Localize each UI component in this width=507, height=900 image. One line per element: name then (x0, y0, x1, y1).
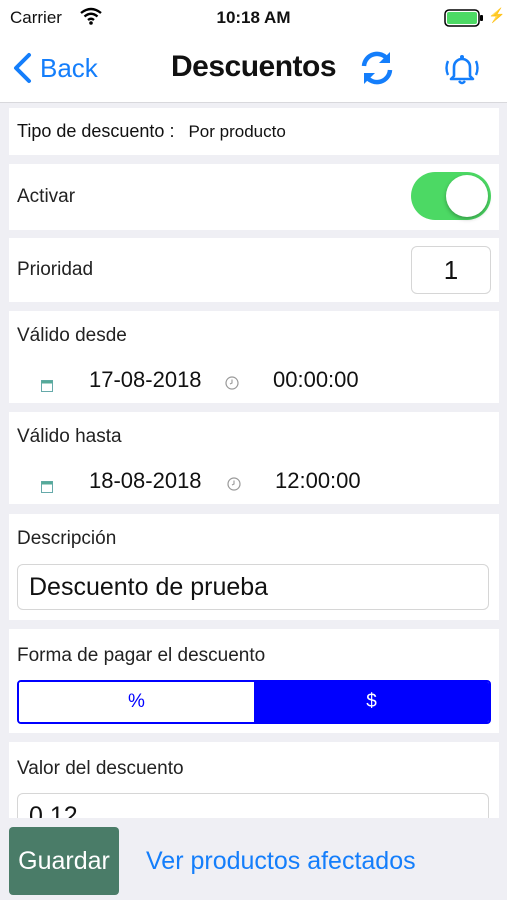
description-input[interactable]: Descuento de prueba (17, 564, 489, 610)
bottom-action-bar: Guardar Ver productos afectados (0, 818, 507, 900)
valid-from-time[interactable]: 00:00:00 (273, 367, 359, 393)
valid-from-row: 17-08-2018 00:00:00 (9, 367, 499, 397)
priority-label: Prioridad (17, 259, 94, 280)
valid-until-time[interactable]: 12:00:00 (275, 468, 361, 494)
toggle-knob (446, 175, 488, 217)
status-bar: Carrier 10:18 AM ⚡ (0, 0, 507, 36)
refresh-icon[interactable] (358, 48, 396, 93)
activate-card: Activar (9, 164, 499, 230)
discount-value-label: Valor del descuento (17, 758, 184, 779)
activate-toggle[interactable] (411, 172, 491, 220)
clock-icon[interactable] (225, 370, 239, 396)
valid-from-label: Válido desde (17, 325, 127, 346)
valid-until-card: Válido hasta 18-08-2018 12:00:00 (9, 412, 499, 504)
activate-label: Activar (17, 186, 76, 207)
status-time: 10:18 AM (216, 8, 291, 27)
payment-form-card: Forma de pagar el descuento % $ (9, 629, 499, 733)
calendar-icon[interactable] (41, 372, 53, 398)
discount-value-card: Valor del descuento 0.12 (9, 742, 499, 818)
page-title: Descuentos (170, 50, 337, 83)
discount-type-value: Por producto (188, 121, 286, 141)
description-card: Descripción Descuento de prueba (9, 514, 499, 620)
clock-icon[interactable] (227, 471, 241, 497)
bell-icon[interactable] (442, 48, 482, 93)
save-button[interactable]: Guardar (9, 827, 119, 895)
valid-until-row: 18-08-2018 12:00:00 (9, 468, 499, 498)
payment-form-label: Forma de pagar el descuento (17, 645, 266, 666)
valid-until-label: Válido hasta (17, 426, 122, 447)
battery-icon (444, 9, 484, 32)
description-label: Descripción (17, 528, 117, 549)
valid-until-date[interactable]: 18-08-2018 (89, 468, 202, 494)
charging-icon: ⚡ (488, 7, 506, 23)
segment-dollar[interactable]: $ (254, 682, 489, 722)
priority-input[interactable]: 1 (411, 246, 491, 294)
view-affected-products-link[interactable]: Ver productos afectados (146, 847, 416, 876)
navigation-bar: Back Descuentos (0, 36, 507, 103)
discount-value-input[interactable]: 0.12 (17, 793, 489, 818)
payment-form-segmented-control: % $ (17, 680, 491, 724)
segment-percent[interactable]: % (19, 682, 254, 722)
valid-from-date[interactable]: 17-08-2018 (89, 367, 202, 393)
calendar-icon[interactable] (41, 473, 53, 499)
valid-from-card: Válido desde 17-08-2018 00:00:00 (9, 311, 499, 403)
discount-type-card: Tipo de descuento : Por producto (9, 108, 499, 155)
discount-type-label: Tipo de descuento : (17, 121, 175, 141)
priority-card: Prioridad 1 (9, 238, 499, 302)
